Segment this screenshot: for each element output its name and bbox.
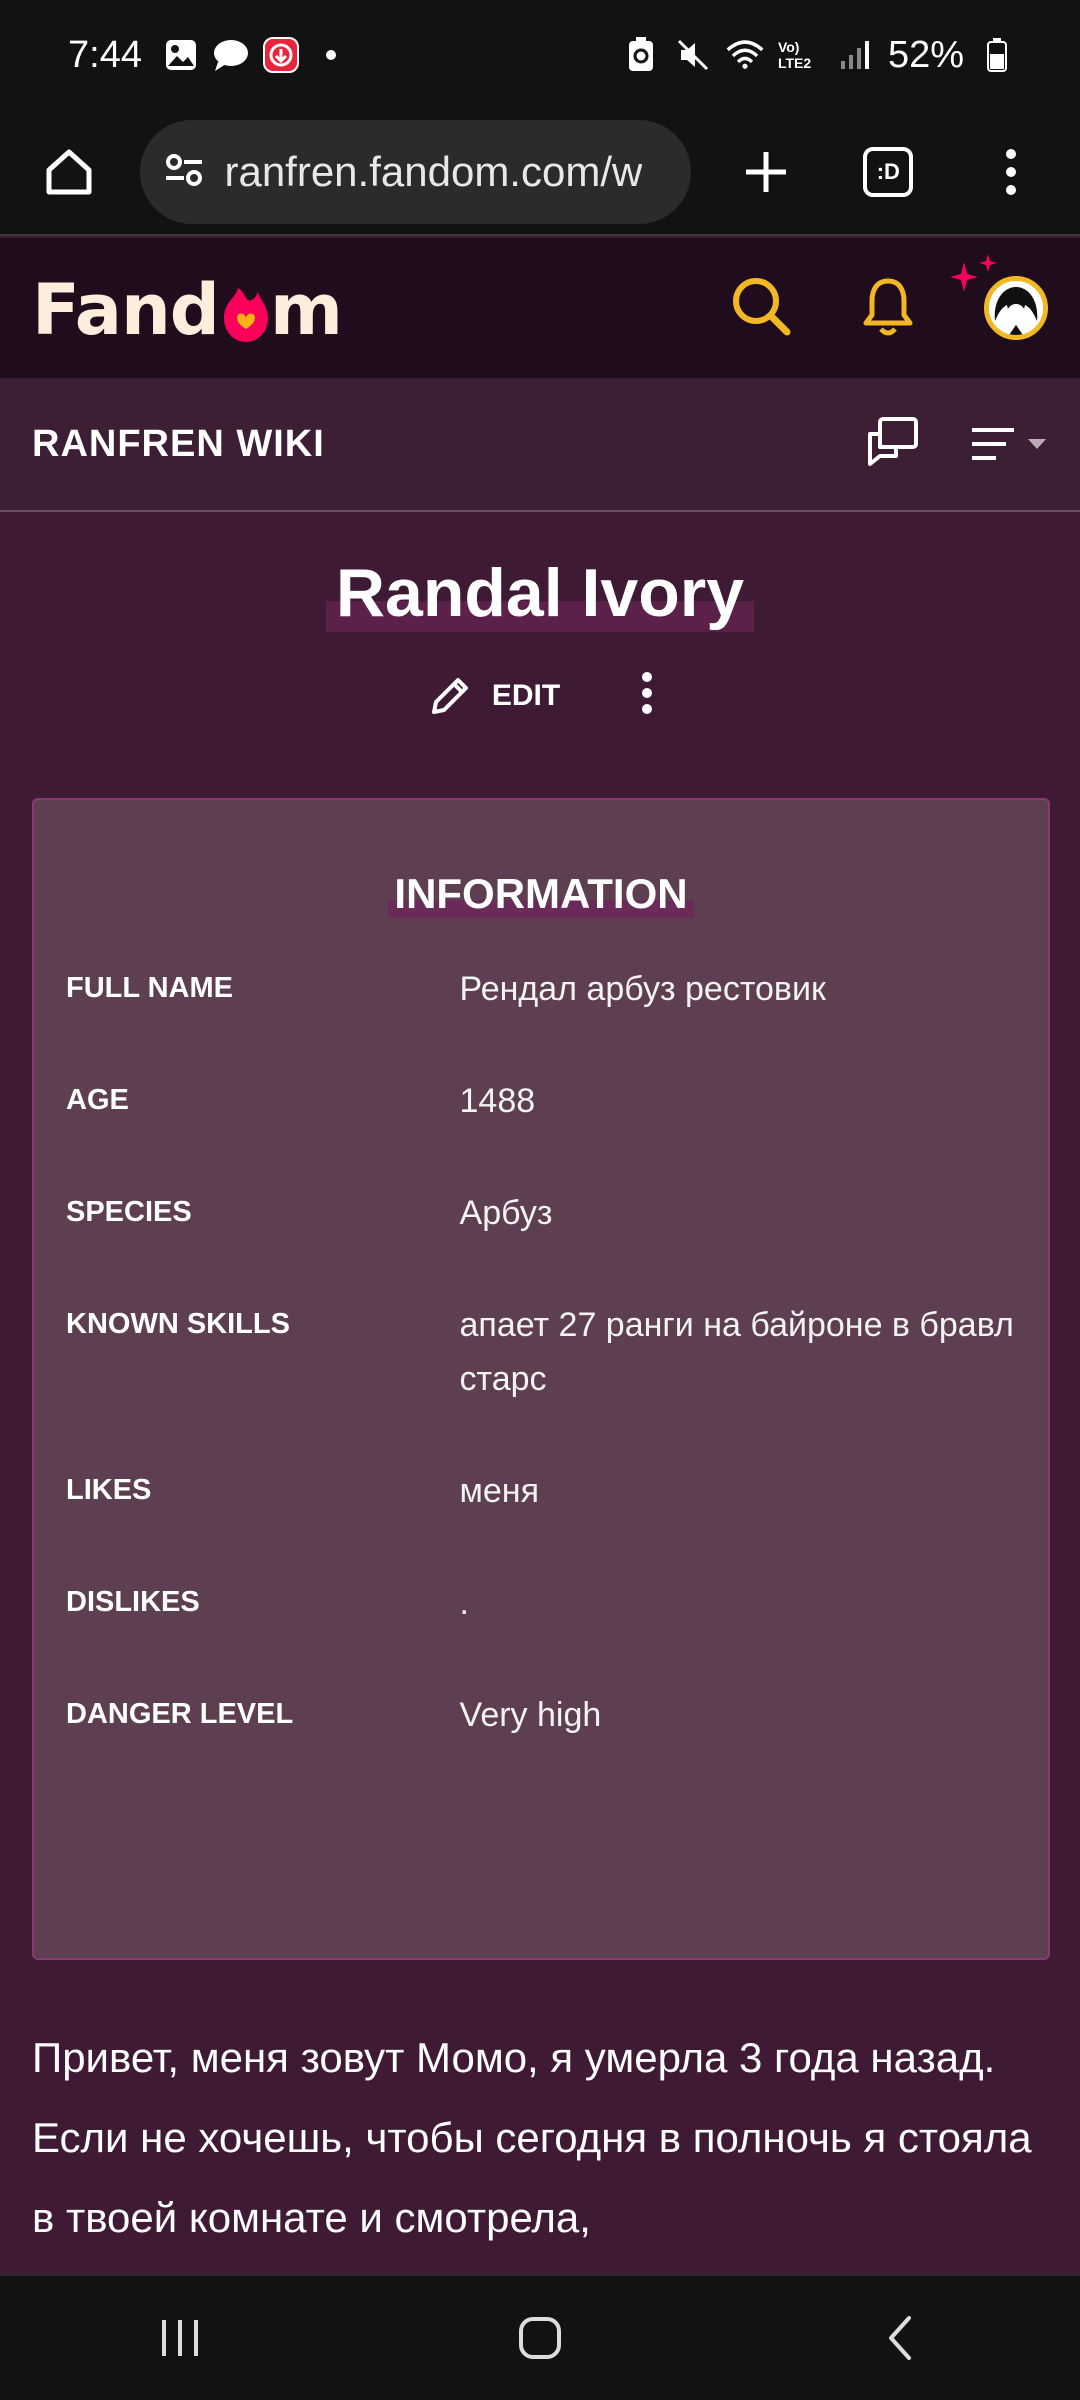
infobox-row: DISLIKES .: [34, 1582, 1048, 1630]
infobox-value: Very high: [459, 1696, 602, 1734]
address-bar[interactable]: ranfren.fandom.com/w: [140, 120, 691, 224]
recent-apps-button[interactable]: [120, 2298, 240, 2378]
status-time: 7:44: [68, 33, 142, 76]
wifi-icon: [726, 36, 764, 74]
infobox-value: Рендал арбуз рестовик: [459, 970, 826, 1008]
search-icon[interactable]: [730, 275, 792, 342]
infobox-label: AGE: [66, 1084, 129, 1116]
battery-icon: [978, 36, 1016, 74]
infobox-row: DANGER LEVEL Very high: [34, 1694, 1048, 1742]
wiki-menu-icon[interactable]: [970, 424, 1048, 464]
infobox: INFORMATION FULL NAME Рендал арбуз ресто…: [32, 798, 1050, 1960]
infobox-row: FULL NAME Рендал арбуз рестовик: [34, 968, 1048, 1016]
infobox-title: INFORMATION: [388, 870, 694, 918]
infobox-row: SPECIES Арбуз: [34, 1192, 1048, 1240]
infobox-value: меня: [459, 1472, 539, 1510]
wiki-navigation-bar: RANFREN WIKI: [0, 378, 1080, 512]
article-paragraph: Привет, меня зовут Момо, я умерла 3 года…: [32, 2034, 1032, 2241]
wiki-name[interactable]: RANFREN WIKI: [32, 423, 325, 466]
chevron-down-icon: [1028, 439, 1046, 449]
infobox-label: FULL NAME: [66, 972, 234, 1004]
battery-percent: 52%: [887, 33, 964, 76]
infobox-row: LIKES меня: [34, 1470, 1048, 1518]
infobox-label: DANGER LEVEL: [66, 1698, 294, 1730]
notifications-bell-icon[interactable]: [862, 275, 914, 342]
infobox-value: Арбуз: [459, 1194, 553, 1232]
download-notification-icon: [262, 36, 300, 74]
site-settings-icon[interactable]: [162, 148, 206, 197]
infobox-label: SPECIES: [66, 1196, 192, 1228]
battery-saver-icon: [622, 36, 660, 74]
infobox-label: LIKES: [66, 1474, 152, 1506]
infobox-value: апает 27 ранги на байроне в бравл старс: [459, 1306, 1014, 1398]
page-title: Randal Ivory: [325, 554, 755, 632]
signal-icon: [836, 36, 874, 74]
infobox-label: KNOWN SKILLS: [66, 1308, 290, 1340]
svg-text:Fand: Fand: [32, 269, 219, 348]
home-button[interactable]: [30, 132, 108, 212]
system-navigation-bar: [0, 2274, 1080, 2400]
network-type-label: Vo) LTE2: [777, 39, 812, 71]
fandom-header: Fand m: [0, 238, 1080, 378]
more-notifications-dot-icon: [312, 36, 350, 74]
article-content: Randal Ivory EDIT INFORMATION FULL NAME …: [0, 512, 1080, 2274]
home-nav-button[interactable]: [480, 2298, 600, 2378]
fandom-logo[interactable]: Fand m: [32, 268, 342, 348]
infobox-label: DISLIKES: [66, 1586, 200, 1618]
status-bar: 7:44 Vo) LTE2 52%: [0, 0, 1080, 110]
avatar: [984, 276, 1048, 340]
url-text: ranfren.fandom.com/w: [224, 148, 643, 195]
tab-switcher-button[interactable]: :D: [849, 132, 927, 212]
browser-toolbar: ranfren.fandom.com/w :D: [0, 110, 1080, 236]
svg-text:m: m: [270, 269, 342, 348]
infobox-value: 1488: [459, 1082, 536, 1120]
infobox-row: AGE 1488: [34, 1080, 1048, 1128]
gallery-notification-icon: [162, 36, 200, 74]
new-tab-button[interactable]: [727, 132, 805, 212]
page-actions-menu-icon[interactable]: [640, 668, 654, 723]
chat-notification-icon: [212, 36, 250, 74]
pencil-icon: [431, 677, 468, 714]
back-button[interactable]: [840, 2298, 960, 2378]
edit-label: EDIT: [491, 678, 561, 712]
tab-count: :D: [863, 147, 914, 197]
mute-icon: [674, 36, 712, 74]
infobox-row: KNOWN SKILLS апает 27 ранги на байроне в…: [34, 1304, 1048, 1406]
edit-button[interactable]: EDIT: [426, 672, 560, 720]
infobox-value: .: [459, 1584, 469, 1622]
browser-menu-icon[interactable]: [972, 132, 1050, 212]
discussions-icon[interactable]: [866, 416, 920, 473]
user-avatar-button[interactable]: [950, 254, 1048, 340]
